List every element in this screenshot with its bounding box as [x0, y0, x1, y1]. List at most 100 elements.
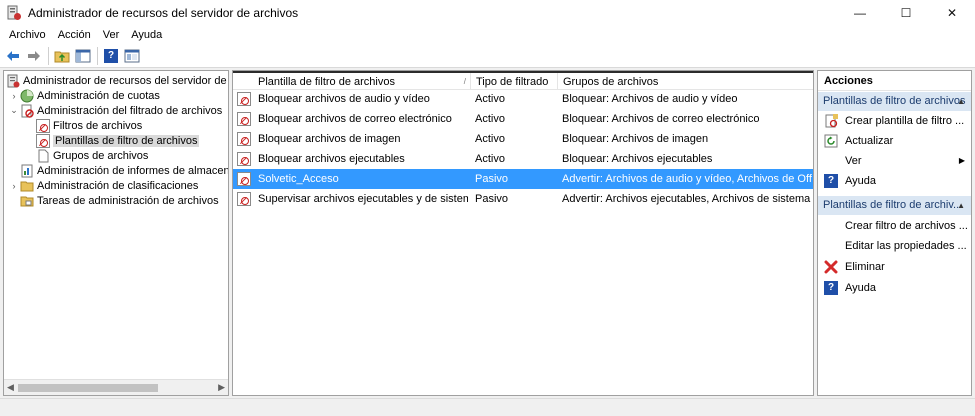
action-label: Crear plantilla de filtro ...: [845, 115, 965, 127]
show-hide-tree-icon[interactable]: [74, 47, 92, 65]
tree-item-reports[interactable]: Administración de informes de almacenam: [20, 163, 229, 178]
table-row[interactable]: Bloquear archivos de correo electrónico …: [233, 109, 813, 129]
filter-type: Activo: [475, 93, 505, 105]
collapse-icon[interactable]: ▲: [957, 92, 965, 111]
close-button[interactable]: ✕: [929, 0, 975, 26]
status-bar: [0, 398, 975, 416]
tree-item-file-screens[interactable]: Filtros de archivos: [36, 118, 142, 133]
actions-section-header[interactable]: Plantillas de filtro de archiv... ▲: [818, 196, 971, 215]
help-icon[interactable]: ?: [102, 47, 120, 65]
help-icon: ?: [824, 281, 838, 295]
file-groups: Bloquear: Archivos de audio y vídeo: [562, 93, 738, 105]
action-delete[interactable]: Eliminar: [818, 257, 971, 277]
tasks-icon: [20, 194, 34, 208]
new-template-icon: [824, 114, 838, 128]
action-label: Crear filtro de archivos ...: [845, 220, 968, 232]
chevron-down-icon[interactable]: ⌄: [8, 105, 20, 116]
template-name: Bloquear archivos ejecutables: [258, 153, 405, 165]
file-screen-template-icon: [237, 112, 251, 126]
tree-item-classification[interactable]: › Administración de clasificaciones: [8, 178, 199, 193]
back-icon[interactable]: [4, 47, 22, 65]
scroll-right-icon[interactable]: ▶: [218, 382, 225, 393]
table-row[interactable]: Supervisar archivos ejecutables y de sis…: [233, 189, 813, 209]
delete-icon: [824, 260, 838, 274]
menu-bar: Archivo Acción Ver Ayuda: [0, 26, 975, 44]
classification-icon: [20, 179, 34, 193]
table-row[interactable]: Bloquear archivos de imagen Activo Bloqu…: [233, 129, 813, 149]
help-icon: ?: [824, 174, 838, 188]
maximize-button[interactable]: ☐: [883, 0, 929, 26]
action-edit-properties[interactable]: Editar las propiedades ...: [818, 236, 971, 256]
tree-label: Administración de informes de almacenam: [37, 164, 229, 177]
file-screen-doc-icon: [36, 133, 50, 148]
action-create-template[interactable]: Crear plantilla de filtro ...: [818, 111, 971, 131]
tree-item-file-screen-templates[interactable]: Plantillas de filtro de archivos: [36, 133, 200, 148]
actions-title: Acciones: [818, 71, 971, 91]
templates-list[interactable]: Plantilla de filtro de archivos / Tipo d…: [232, 70, 814, 396]
action-create-file-screen[interactable]: Crear filtro de archivos ...: [818, 216, 971, 236]
sort-indicator-icon: /: [463, 77, 466, 86]
up-folder-icon[interactable]: [53, 47, 71, 65]
page-icon: [36, 149, 50, 163]
action-label: Editar las propiedades ...: [845, 240, 967, 252]
tree-label: Administración del filtrado de archivos: [37, 104, 223, 117]
action-label: Ver: [845, 155, 862, 167]
file-groups: Bloquear: Archivos de correo electrónico: [562, 113, 760, 125]
tree-item-file-groups[interactable]: Grupos de archivos: [36, 148, 148, 163]
tree-label: Plantillas de filtro de archivos: [53, 134, 200, 147]
menu-accion[interactable]: Acción: [52, 26, 97, 44]
action-view[interactable]: Ver ▶: [818, 151, 971, 171]
action-help[interactable]: ? Ayuda: [818, 278, 971, 298]
toolbar-separator: [48, 46, 49, 65]
table-row[interactable]: Bloquear archivos de audio y vídeo Activ…: [233, 89, 813, 109]
forward-icon[interactable]: [25, 47, 43, 65]
tree-item-file-screening[interactable]: ⌄ Administración del filtrado de archivo…: [8, 103, 222, 118]
file-screen-icon: [20, 104, 34, 118]
title-bar: Administrador de recursos del servidor d…: [0, 0, 975, 26]
filter-type: Pasivo: [475, 173, 509, 185]
properties-icon[interactable]: [123, 47, 141, 65]
console-tree[interactable]: Administrador de recursos del servidor d…: [3, 70, 229, 396]
template-name: Supervisar archivos ejecutables y de sis…: [258, 193, 468, 205]
horizontal-scrollbar[interactable]: ◀ ▶: [4, 379, 228, 395]
template-name: Bloquear archivos de correo electrónico: [258, 113, 452, 125]
chevron-right-icon[interactable]: ›: [8, 181, 20, 191]
column-header-file-groups[interactable]: Grupos de archivos: [558, 73, 813, 90]
tree-label: Grupos de archivos: [53, 149, 149, 162]
scroll-left-icon[interactable]: ◀: [7, 382, 14, 393]
column-header-label: Plantilla de filtro de archivos: [258, 75, 395, 88]
window-title: Administrador de recursos del servidor d…: [28, 6, 299, 20]
column-header-filter-type[interactable]: Tipo de filtrado: [471, 73, 558, 90]
menu-archivo[interactable]: Archivo: [3, 26, 52, 44]
menu-ayuda[interactable]: Ayuda: [125, 26, 168, 44]
column-header-template[interactable]: Plantilla de filtro de archivos /: [253, 73, 471, 90]
table-row[interactable]: Bloquear archivos ejecutables Activo Blo…: [233, 149, 813, 169]
filter-type: Activo: [475, 153, 505, 165]
section-header-label: Plantillas de filtro de archivos: [823, 95, 966, 107]
tree-label: Filtros de archivos: [53, 119, 143, 132]
tree-label: Administración de clasificaciones: [37, 179, 199, 192]
table-row-selected[interactable]: Solvetic_Acceso Pasivo Advertir: Archivo…: [233, 169, 813, 189]
actions-section-header[interactable]: Plantillas de filtro de archivos ▲: [818, 92, 971, 111]
file-groups: Bloquear: Archivos ejecutables: [562, 153, 713, 165]
tree-item-quota[interactable]: › Administración de cuotas: [8, 88, 160, 103]
template-name: Solvetic_Acceso: [258, 173, 339, 185]
tree-item-management-tasks[interactable]: Tareas de administración de archivos: [20, 193, 219, 208]
action-refresh[interactable]: Actualizar: [818, 131, 971, 151]
tree-item-root[interactable]: Administrador de recursos del servidor d…: [6, 73, 229, 88]
minimize-button[interactable]: —: [837, 0, 883, 26]
file-groups: Advertir: Archivos de audio y vídeo, Arc…: [562, 173, 812, 185]
scrollbar-thumb[interactable]: [18, 384, 158, 392]
menu-ver[interactable]: Ver: [97, 26, 126, 44]
toolbar: ?: [0, 44, 975, 68]
tree-label: Administración de cuotas: [37, 89, 160, 102]
chevron-right-icon[interactable]: ›: [8, 91, 20, 101]
file-screen-template-icon: [237, 172, 251, 186]
tree-label: Administrador de recursos del servidor d…: [23, 74, 229, 87]
section-header-label: Plantillas de filtro de archiv...: [823, 199, 963, 211]
quota-icon: [20, 89, 34, 103]
file-screen-template-icon: [237, 152, 251, 166]
action-help[interactable]: ? Ayuda: [818, 171, 971, 191]
action-label: Actualizar: [845, 135, 894, 147]
collapse-icon[interactable]: ▲: [957, 196, 965, 215]
